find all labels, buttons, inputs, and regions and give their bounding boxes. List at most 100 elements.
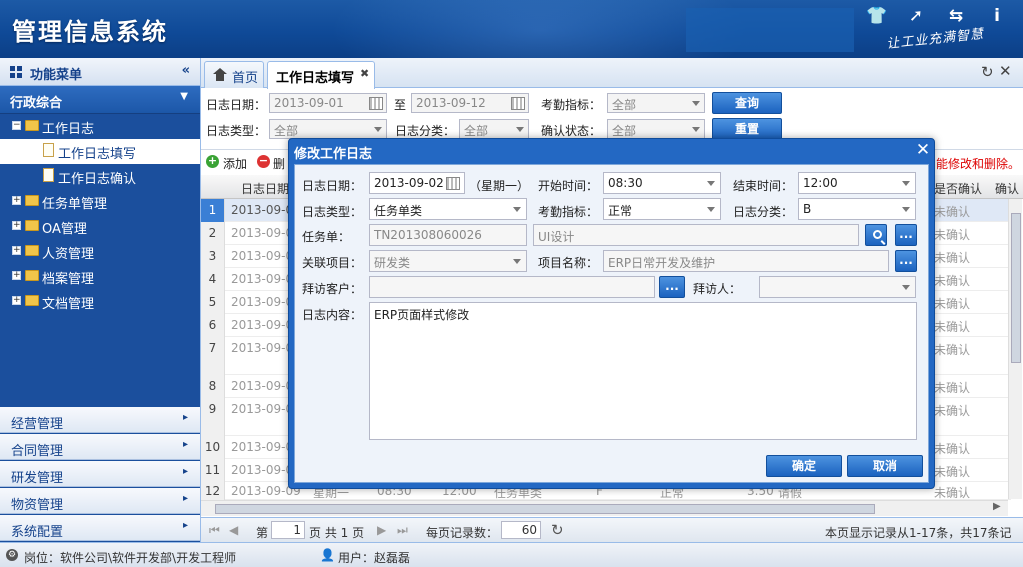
- section-contract[interactable]: 合同管理 ▸: [0, 434, 200, 460]
- position-text: 岗位：软件公司\软件开发部\开发工程师: [24, 551, 237, 565]
- calendar-icon[interactable]: [369, 97, 383, 110]
- row-number: 11: [201, 459, 225, 482]
- ok-button[interactable]: 确定: [766, 455, 842, 477]
- refresh-icon[interactable]: ↻: [981, 63, 994, 81]
- col-confirm[interactable]: 确认: [995, 180, 1019, 197]
- expand-icon[interactable]: +: [12, 296, 21, 305]
- close-tab-icon[interactable]: ✖: [360, 67, 369, 80]
- expand-icon[interactable]: +: [12, 246, 21, 255]
- tree-item-worklog-confirm[interactable]: 工作日志确认: [0, 164, 200, 189]
- tab-home[interactable]: 首页: [204, 61, 264, 88]
- horizontal-scrollbar[interactable]: ▶: [201, 500, 1008, 516]
- last-page-icon[interactable]: ⏭: [397, 523, 408, 538]
- section-label: 经营管理: [11, 417, 64, 432]
- col-confirmed[interactable]: 是否确认: [934, 180, 982, 197]
- date-from-input[interactable]: 2013-09-01: [269, 93, 387, 113]
- cell-date: 2013-09-0: [231, 463, 294, 477]
- category-select[interactable]: B: [798, 198, 916, 220]
- per-page-input[interactable]: 60: [501, 521, 541, 539]
- tree-item-hr[interactable]: + 人资管理: [0, 239, 200, 264]
- end-time-select[interactable]: 12:00: [798, 172, 916, 194]
- delete-icon[interactable]: −: [257, 155, 270, 168]
- add-button[interactable]: 添加: [223, 155, 247, 172]
- reset-button[interactable]: 重置: [712, 118, 782, 140]
- vertical-scrollbar[interactable]: [1008, 199, 1022, 499]
- col-log-date[interactable]: 日志日期: [241, 180, 289, 197]
- scroll-right-icon[interactable]: ▶: [993, 501, 1001, 512]
- dropdown-arrow-icon: [902, 285, 910, 290]
- attendance-select[interactable]: 正常: [603, 198, 721, 220]
- section-rd[interactable]: 研发管理 ▸: [0, 461, 200, 487]
- row-number: 5: [201, 291, 225, 314]
- search-button[interactable]: [865, 224, 887, 246]
- visitor-select[interactable]: [759, 276, 916, 298]
- calendar-icon[interactable]: [446, 177, 460, 190]
- tree-item-worklog[interactable]: − 工作日志: [0, 114, 200, 139]
- query-button[interactable]: 查询: [712, 92, 782, 114]
- section-materials[interactable]: 物资管理 ▸: [0, 488, 200, 514]
- add-icon[interactable]: +: [206, 155, 219, 168]
- tree-item-label: 档案管理: [42, 272, 95, 287]
- next-page-icon[interactable]: ▶: [377, 523, 386, 537]
- project-select[interactable]: 研发类: [369, 250, 527, 272]
- page-input[interactable]: 1: [271, 521, 305, 539]
- dropdown-arrow-icon: [374, 127, 382, 132]
- section-business[interactable]: 经营管理 ▸: [0, 407, 200, 433]
- tab-worklog-fill[interactable]: 工作日志填写 ✖: [267, 61, 375, 89]
- position-icon: ⚙: [6, 549, 18, 561]
- date-to-input[interactable]: 2013-09-12: [411, 93, 529, 113]
- log-category-select[interactable]: 全部: [459, 119, 529, 139]
- dialog-close-icon[interactable]: ✕: [914, 140, 932, 160]
- project-name-input[interactable]: ERP日常开发及维护: [603, 250, 889, 272]
- start-time-select[interactable]: 08:30: [603, 172, 721, 194]
- expand-icon[interactable]: +: [12, 221, 21, 230]
- attendance-label: 考勤指标：: [541, 98, 602, 112]
- scroll-thumb[interactable]: [1011, 213, 1021, 363]
- log-type-select[interactable]: 全部: [269, 119, 387, 139]
- client-browse-button[interactable]: ...: [659, 276, 685, 298]
- row-number: 10: [201, 436, 225, 459]
- shirt-icon[interactable]: 👕: [866, 6, 888, 26]
- tree-item-task[interactable]: + 任务单管理: [0, 189, 200, 214]
- client-input[interactable]: [369, 276, 655, 298]
- section-admin[interactable]: 行政综合 ▼: [0, 86, 200, 114]
- chevron-right-icon: ▸: [182, 493, 188, 504]
- delete-button[interactable]: 删: [273, 155, 285, 172]
- collapse-toggle-icon[interactable]: −: [12, 121, 21, 130]
- attendance-label: 考勤指标：: [538, 205, 599, 219]
- tree-item-label: 工作日志确认: [58, 172, 137, 187]
- calendar-icon[interactable]: [511, 97, 525, 110]
- refresh-icon[interactable]: ↻: [551, 521, 564, 539]
- confirm-status-select[interactable]: 全部: [607, 119, 705, 139]
- task-name-input[interactable]: UI设计: [533, 224, 859, 246]
- close-icon[interactable]: ✕: [999, 62, 1012, 80]
- tree-item-oa[interactable]: + OA管理: [0, 214, 200, 239]
- project-browse-button[interactable]: ...: [895, 250, 917, 272]
- tree-item-worklog-fill[interactable]: 工作日志填写: [0, 139, 200, 164]
- swap-icon[interactable]: ⇆: [945, 6, 967, 26]
- section-label: 合同管理: [11, 444, 64, 459]
- collapse-icon[interactable]: «: [182, 63, 190, 78]
- row-number: 3: [201, 245, 225, 268]
- content-textarea[interactable]: ERP页面样式修改: [369, 302, 917, 440]
- attendance-select[interactable]: 全部: [607, 93, 705, 113]
- arrow-up-right-icon[interactable]: ➚: [905, 6, 927, 26]
- prev-page-icon[interactable]: ◀: [229, 523, 238, 537]
- cell-status: 未确认: [934, 343, 971, 357]
- expand-icon[interactable]: +: [12, 196, 21, 205]
- date-input[interactable]: 2013-09-02: [369, 172, 465, 194]
- task-browse-button[interactable]: ...: [895, 224, 917, 246]
- scroll-thumb[interactable]: [215, 504, 875, 514]
- folder-icon: [25, 195, 39, 206]
- confirm-status-value: 全部: [612, 124, 637, 138]
- expand-icon[interactable]: +: [12, 271, 21, 280]
- tree-item-docs[interactable]: + 文档管理: [0, 289, 200, 314]
- section-config[interactable]: 系统配置 ▸: [0, 515, 200, 541]
- cell-date: 2013-09-0: [231, 249, 294, 263]
- type-select[interactable]: 任务单类: [369, 198, 527, 220]
- cancel-button[interactable]: 取消: [847, 455, 923, 477]
- info-icon[interactable]: i: [986, 6, 1008, 26]
- task-no-input[interactable]: TN201308060026: [369, 224, 527, 246]
- tree-item-archive[interactable]: + 档案管理: [0, 264, 200, 289]
- first-page-icon[interactable]: ⏮: [209, 523, 220, 538]
